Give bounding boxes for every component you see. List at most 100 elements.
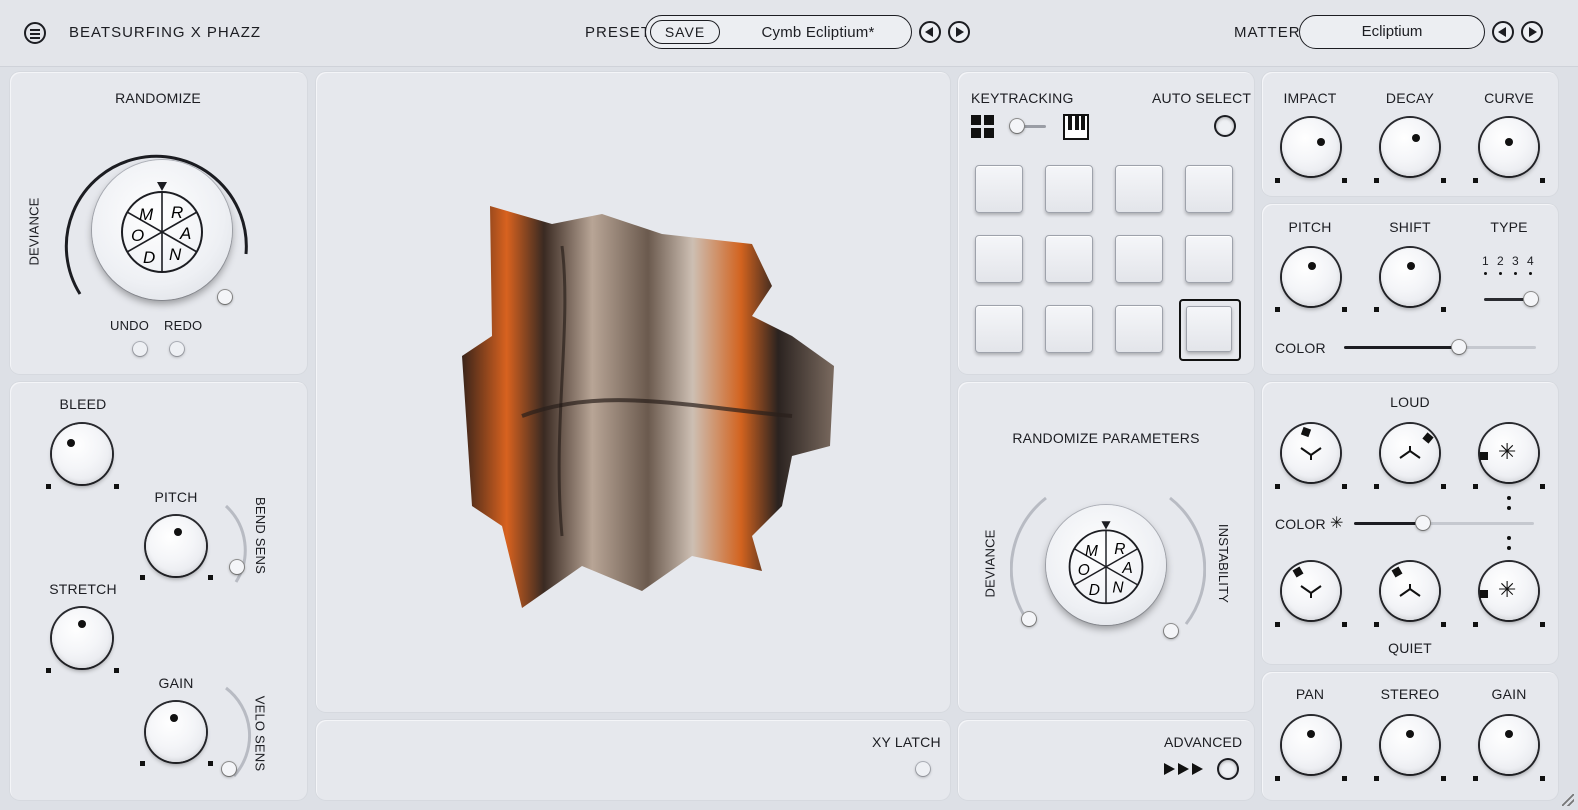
randomize-wheel[interactable]: R A N D O M (92, 160, 232, 300)
color2-slider[interactable] (1354, 514, 1534, 532)
quiet-release-knob[interactable] (1381, 562, 1439, 620)
keytracking-label: KEYTRACKING (971, 90, 1074, 106)
pad-2[interactable] (1045, 165, 1093, 213)
pad-11[interactable] (1115, 305, 1163, 353)
undo-button[interactable] (133, 342, 147, 356)
bend-sens-arc[interactable] (222, 502, 252, 592)
decay-label: DECAY (1385, 90, 1435, 106)
loud-attack-knob[interactable] (1282, 424, 1340, 482)
undo-label: UNDO (110, 318, 150, 333)
svg-text:R: R (171, 203, 183, 222)
preset-next-button[interactable] (948, 21, 970, 43)
loud-release-knob[interactable] (1381, 424, 1439, 482)
type-selector[interactable]: 1 2 3 4 (1482, 254, 1542, 310)
split-in-icon (1300, 447, 1322, 460)
bend-sens-handle[interactable] (230, 560, 244, 574)
piano-icon (1063, 114, 1089, 140)
pad-1[interactable] (975, 165, 1023, 213)
loud-scatter-knob[interactable]: ✳ (1480, 424, 1538, 482)
triangle-right-icon (1529, 27, 1537, 37)
preset-prev-button[interactable] (919, 21, 941, 43)
advanced-label: ADVANCED (1164, 734, 1243, 750)
xy-viewport[interactable] (316, 72, 950, 712)
out-gain-knob[interactable] (1480, 716, 1538, 774)
auto-select-button[interactable] (1216, 117, 1234, 135)
pad-5[interactable] (975, 235, 1023, 283)
advanced-button[interactable] (1219, 760, 1237, 778)
dice-wheel-icon: R A N D O M (1068, 521, 1144, 605)
svg-text:M: M (1085, 543, 1098, 560)
svg-text:N: N (169, 245, 182, 264)
pad-4[interactable] (1185, 165, 1233, 213)
svg-text:O: O (1078, 562, 1090, 579)
color-label: COLOR (1275, 340, 1326, 356)
sparkle-small-icon: ✳ (1330, 515, 1344, 532)
pad-10[interactable] (1045, 305, 1093, 353)
impact-panel: IMPACT DECAY CURVE (1262, 72, 1558, 196)
color-slider[interactable] (1344, 338, 1536, 356)
svg-text:A: A (179, 224, 191, 243)
top-bar: BEATSURFING X PHAZZ PRESET SAVE Cymb Ecl… (0, 0, 1578, 67)
matter-next-button[interactable] (1521, 21, 1543, 43)
split-out-icon (1399, 446, 1421, 459)
rp-instability-arc[interactable] (1166, 494, 1206, 634)
svg-text:O: O (131, 226, 144, 245)
r-pitch-knob[interactable] (1282, 248, 1340, 306)
stereo-knob[interactable] (1381, 716, 1439, 774)
randomize-parameters-title: RANDOMIZE PARAMETERS (1012, 430, 1200, 446)
matter-prev-button[interactable] (1492, 21, 1514, 43)
pad-9[interactable] (975, 305, 1023, 353)
r-pitch-label: PITCH (1288, 219, 1332, 235)
quiet-scatter-knob[interactable]: ✳ (1480, 562, 1538, 620)
pan-label: PAN (1295, 686, 1325, 702)
svg-text:D: D (1089, 582, 1100, 599)
pad-12-selected[interactable] (1179, 299, 1241, 361)
sparkle-icon: ✳ (1498, 577, 1517, 602)
svg-text:R: R (1114, 541, 1125, 558)
rp-deviance-handle[interactable] (1022, 612, 1036, 626)
gain-label: GAIN (158, 675, 194, 691)
save-button[interactable]: SAVE (650, 20, 720, 44)
triangle-right-icon (956, 27, 964, 37)
svg-text:M: M (139, 205, 154, 224)
svg-text:D: D (143, 248, 155, 267)
shift-knob[interactable] (1381, 248, 1439, 306)
pad-3[interactable] (1115, 165, 1163, 213)
rp-randomize-wheel[interactable]: R A N D O M (1046, 505, 1166, 625)
xy-latch-panel: XY LATCH (316, 720, 950, 800)
rp-instability-handle[interactable] (1164, 624, 1178, 638)
bleed-knob[interactable] (52, 424, 112, 484)
randomize-title: RANDOMIZE (115, 90, 201, 106)
pad-6[interactable] (1045, 235, 1093, 283)
velo-sens-label: VELO SENS (252, 695, 268, 772)
grid-icon (971, 115, 995, 139)
gain-knob[interactable] (146, 702, 206, 762)
deviance-handle[interactable] (218, 290, 232, 304)
quiet-attack-knob[interactable] (1282, 562, 1340, 620)
velo-sens-handle[interactable] (222, 762, 236, 776)
pitch-knob[interactable] (146, 516, 206, 576)
menu-icon[interactable] (24, 22, 46, 44)
redo-button[interactable] (170, 342, 184, 356)
decay-knob[interactable] (1381, 118, 1439, 176)
pad-7[interactable] (1115, 235, 1163, 283)
matter-box[interactable]: Ecliptium (1299, 15, 1485, 49)
xy-latch-label: XY LATCH (872, 734, 941, 750)
stretch-knob[interactable] (52, 608, 112, 668)
keytracking-toggle[interactable] (1006, 118, 1050, 134)
impact-knob[interactable] (1282, 118, 1340, 176)
play-triple-icon (1164, 763, 1208, 775)
pitch-label: PITCH (154, 489, 198, 505)
preset-label: PRESET (585, 24, 652, 41)
stretch-label: STRETCH (49, 581, 117, 597)
pad-8[interactable] (1185, 235, 1233, 283)
pitch-type-panel: PITCH SHIFT TYPE 1 2 3 4 COLOR (1262, 204, 1558, 374)
preset-name[interactable]: Cymb Ecliptium* (761, 24, 874, 41)
bleed-label: BLEED (59, 396, 107, 412)
auto-select-label: AUTO SELECT (1152, 90, 1252, 106)
xy-latch-button[interactable] (916, 762, 930, 776)
pan-knob[interactable] (1282, 716, 1340, 774)
curve-knob[interactable] (1480, 118, 1538, 176)
resize-grip-icon[interactable] (1562, 794, 1574, 806)
advanced-panel: ADVANCED (958, 720, 1254, 800)
